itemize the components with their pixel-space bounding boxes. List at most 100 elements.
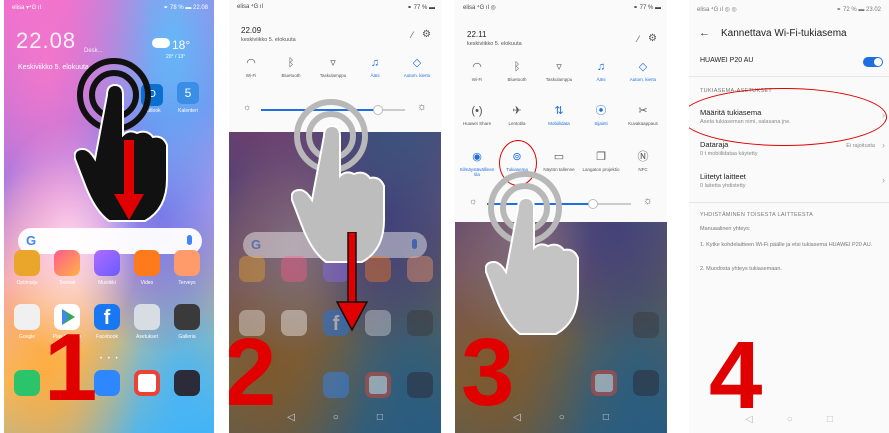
home-nav-icon[interactable]: ○ [559, 412, 565, 423]
gear-icon[interactable]: ⚙ [422, 29, 431, 40]
status-bar: elisa ⁴G ıl ⚭ 77 % ▬ [237, 4, 435, 14]
phone-app-icon[interactable] [14, 370, 40, 396]
connected-devices-sub: 0 laitetta yhdistetty [700, 183, 746, 189]
chevron-right-icon: › [882, 110, 885, 120]
tutorial-stage: elisa ▾⁴G ıl ⚭ 78 % ▬ 22.08 22.08 Desk..… [0, 0, 889, 433]
gear-icon[interactable]: ⚙ [648, 33, 657, 44]
instruction-step: 1. Kytke kohdelaitteen Wi-Fi päälle ja e… [700, 242, 873, 248]
chevron-right-icon: › [882, 175, 885, 185]
status-right: ⚭ 77 % ▬ [632, 5, 661, 11]
instruction-step: 2. Muodosta yhteys tukiasemaan. [700, 266, 782, 272]
configure-hotspot-sub: Aseta tukiaseman nimi, salasana jne. [700, 119, 791, 125]
phone-hotspot-settings: elisa ⁴G ıl ◎ ◎ ⚭ 72 % ▬ 23.02 ← Kannett… [689, 0, 889, 433]
phone-notification-shade: elisa ⁴G ıl ⚭ 77 % ▬ 22.09 keskiviikko 5… [229, 0, 441, 433]
tile-auto-rotate[interactable]: ◇ Autom. kierto [623, 60, 663, 82]
phone-expanded-quick-settings: elisa ⁴G ıl ◎ ⚭ 77 % ▬ 22.11 keskiviikko… [455, 0, 667, 433]
optimizer-app-icon[interactable] [14, 250, 40, 276]
app-bar: ← Kannettava Wi-Fi-tukiasema [699, 27, 883, 42]
messages-app-icon[interactable] [94, 370, 120, 396]
tile-nfc[interactable]: Ⓝ NFC [623, 150, 663, 172]
app-label: Terveys [178, 280, 196, 286]
page-indicator: • • • [100, 356, 120, 362]
home-nav-icon[interactable]: ○ [787, 414, 793, 425]
data-limit-value: Ei rajoitusta [846, 143, 875, 149]
tile-screenshot[interactable]: ✂ Kuvakaappaus [623, 104, 663, 126]
hotspot-name-label: HUAWEI P20 AU [700, 57, 754, 64]
status-left: elisa ⁴G ıl [237, 4, 263, 10]
themes-app-icon[interactable] [54, 250, 80, 276]
step-number: 4 [709, 322, 763, 429]
recent-apps-icon[interactable]: □ [377, 412, 383, 423]
clock-widget[interactable]: 22.08 [16, 28, 76, 54]
status-left: elisa ▾⁴G ıl [12, 5, 41, 11]
swipe-down-arrow-icon [335, 232, 369, 332]
tile-huawei-share[interactable]: (•) Huawei Share [457, 104, 497, 126]
app-label: Asetukset [136, 334, 158, 340]
chrome-icon[interactable] [134, 370, 160, 396]
tile-sound[interactable]: ♫ Ääni [355, 56, 395, 78]
phone-home-screen: elisa ▾⁴G ıl ⚭ 78 % ▬ 22.08 22.08 Desk..… [4, 0, 214, 433]
hotspot-toggle[interactable] [863, 57, 883, 67]
shade-date: keskiviikko 5. elokuuta [241, 37, 296, 43]
tile-bluetooth[interactable]: ᛒ Bluetooth [271, 56, 311, 78]
configure-hotspot-row[interactable]: Määritä tukiasema [700, 108, 761, 117]
section-header: YHDISTÄMINEN TOISESTA LAITTEESTA [700, 212, 814, 218]
tile-wifi[interactable]: ◠ Wi-Fi [231, 56, 271, 78]
microphone-icon[interactable] [187, 235, 192, 245]
back-arrow-icon[interactable]: ← [699, 27, 710, 39]
gallery-icon[interactable] [174, 304, 200, 330]
app-label: Galleria [178, 334, 196, 340]
step-number: 1 [44, 314, 98, 421]
health-app-icon[interactable] [174, 250, 200, 276]
tile-airplane-mode[interactable]: ✈ Lentotila [497, 104, 537, 126]
recent-apps-icon[interactable]: □ [603, 412, 609, 423]
app-label: Optimoija [16, 280, 38, 286]
status-left: elisa ⁴G ıl ◎ [463, 5, 496, 11]
nav-bar: ◁ ○ □ [689, 414, 889, 425]
home-nav-icon[interactable]: ○ [333, 412, 339, 423]
step-number: 2 [229, 319, 277, 426]
tile-wifi[interactable]: ◠ Wi-Fi [457, 60, 497, 82]
facebook-icon[interactable]: f [94, 304, 120, 330]
status-bar: elisa ⁴G ıl ◎ ◎ ⚭ 72 % ▬ 23.02 [697, 6, 881, 13]
brightness-low-icon: ☼ [243, 102, 252, 112]
data-limit-row[interactable]: Dataraja [700, 140, 728, 149]
brightness-high-icon: ☼ [416, 101, 427, 113]
app-label: Google [18, 334, 36, 340]
chevron-right-icon: › [882, 140, 885, 150]
cloud-icon [152, 38, 170, 48]
connected-devices-row[interactable]: Liitetyt laitteet [700, 172, 746, 181]
camera-app-icon[interactable] [174, 370, 200, 396]
settings-icon[interactable] [134, 304, 160, 330]
edit-icon[interactable]: ⁄ [411, 30, 413, 40]
tile-flashlight[interactable]: ▿ Taskulamppu [539, 60, 579, 82]
app-label: Video [140, 280, 154, 286]
app-label: Musiikki [98, 280, 116, 286]
back-nav-icon[interactable]: ◁ [287, 412, 295, 423]
clock-city: Desk... [84, 48, 103, 54]
shade-date: keskiviikko 5. elokuuta [467, 41, 522, 47]
shade-time: 22.11 [467, 30, 487, 39]
video-app-icon[interactable] [134, 250, 160, 276]
step-number: 3 [461, 319, 515, 426]
swipe-down-arrow-icon [114, 140, 144, 220]
status-right: ⚭ 72 % ▬ 23.02 [836, 7, 881, 13]
tile-auto-rotate[interactable]: ◇ Autom. kierto [397, 56, 437, 78]
recent-apps-icon[interactable]: □ [827, 414, 833, 425]
tile-sound[interactable]: ♫ Ääni [581, 60, 621, 82]
google-logo-icon: G [26, 233, 37, 248]
status-left: elisa ⁴G ıl ◎ ◎ [697, 7, 737, 13]
tile-mobile-data[interactable]: ⇅ Mobiilidata [539, 104, 579, 126]
shade-time: 22.09 [241, 26, 262, 35]
back-nav-icon[interactable]: ◁ [745, 414, 753, 425]
tile-flashlight[interactable]: ▿ Taskulamppu [313, 56, 353, 78]
google-folder-icon[interactable] [14, 304, 40, 330]
tile-location[interactable]: ⦿ Sijainti [581, 104, 621, 126]
status-right: ⚭ 78 % ▬ 22.08 [163, 5, 208, 11]
status-right: ⚭ 77 % ▬ [406, 5, 435, 11]
music-app-icon[interactable] [94, 250, 120, 276]
weather-temp: 18° [172, 38, 191, 52]
edit-icon[interactable]: ⁄ [637, 34, 639, 44]
status-bar: elisa ▾⁴G ıl ⚭ 78 % ▬ 22.08 [12, 4, 208, 14]
tile-bluetooth[interactable]: ᛒ Bluetooth [497, 60, 537, 82]
